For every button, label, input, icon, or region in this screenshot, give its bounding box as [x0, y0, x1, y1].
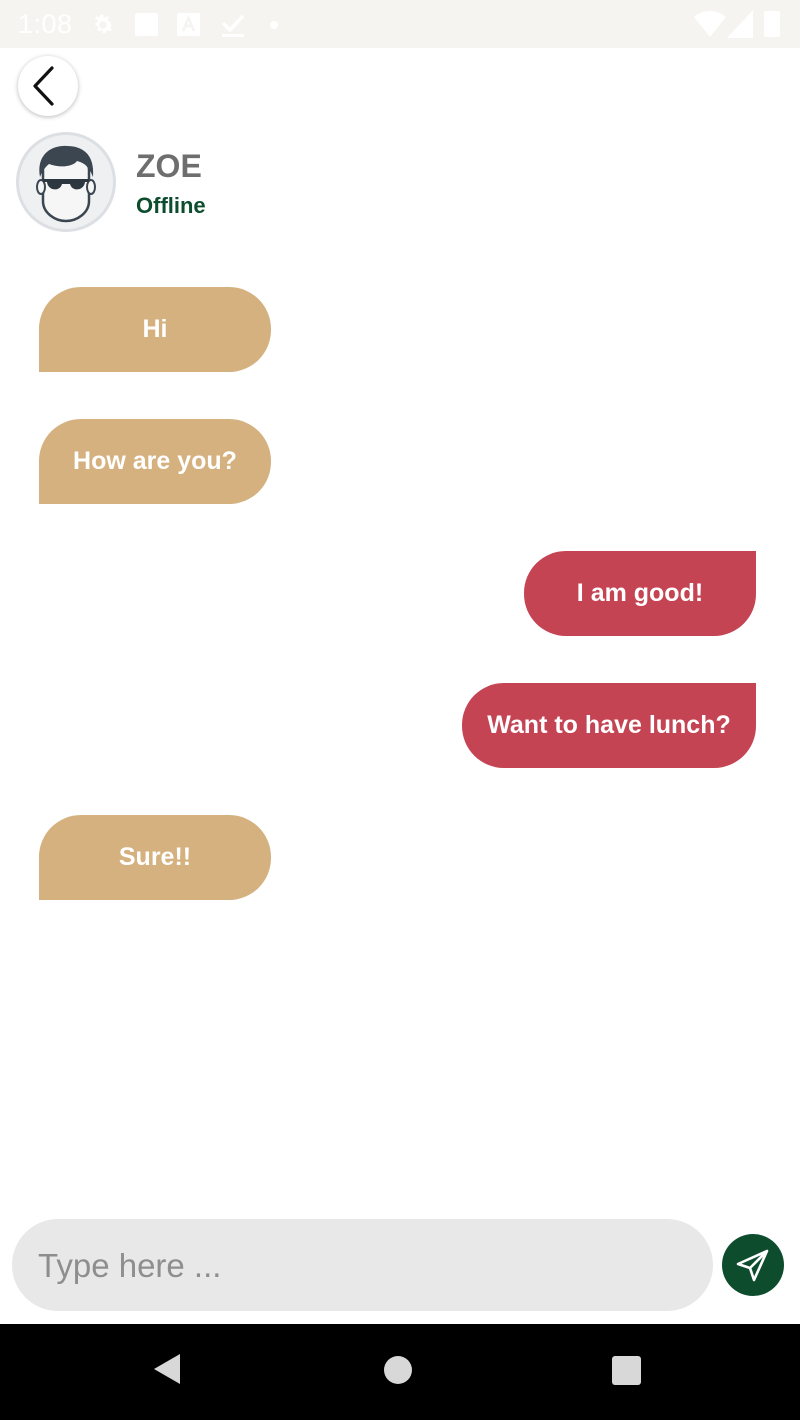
message-incoming: Hi [39, 287, 271, 372]
nav-recents-icon[interactable] [612, 1356, 641, 1385]
avatar-sunglasses-icon [19, 135, 113, 229]
send-button[interactable] [722, 1234, 784, 1296]
avatar [16, 132, 116, 232]
wifi-icon [694, 11, 726, 37]
gear-icon [94, 14, 114, 34]
navigation-bar [0, 1324, 800, 1420]
font-icon [177, 13, 200, 36]
signal-icon [727, 10, 753, 38]
nav-home-icon[interactable] [384, 1356, 412, 1384]
chevron-left-icon [33, 66, 54, 106]
send-icon [736, 1249, 769, 1282]
back-button[interactable] [18, 56, 78, 116]
message-input-container [12, 1219, 713, 1313]
download-check-icon [221, 14, 245, 37]
nav-back-icon[interactable] [150, 1352, 184, 1386]
message-incoming: How are you? [39, 419, 271, 504]
status-bar: 1:08 [0, 0, 800, 48]
battery-icon [764, 11, 780, 37]
contact-status: Offline [136, 193, 206, 218]
status-time: 1:08 [18, 9, 73, 39]
message-incoming: Sure!! [39, 815, 271, 900]
message-outgoing: Want to have lunch? [462, 683, 756, 768]
contact-name: ZOE [136, 148, 202, 184]
square-icon [135, 13, 158, 36]
message-outgoing: I am good! [524, 551, 756, 636]
message-input[interactable] [36, 1219, 700, 1313]
dot-icon [270, 21, 278, 29]
